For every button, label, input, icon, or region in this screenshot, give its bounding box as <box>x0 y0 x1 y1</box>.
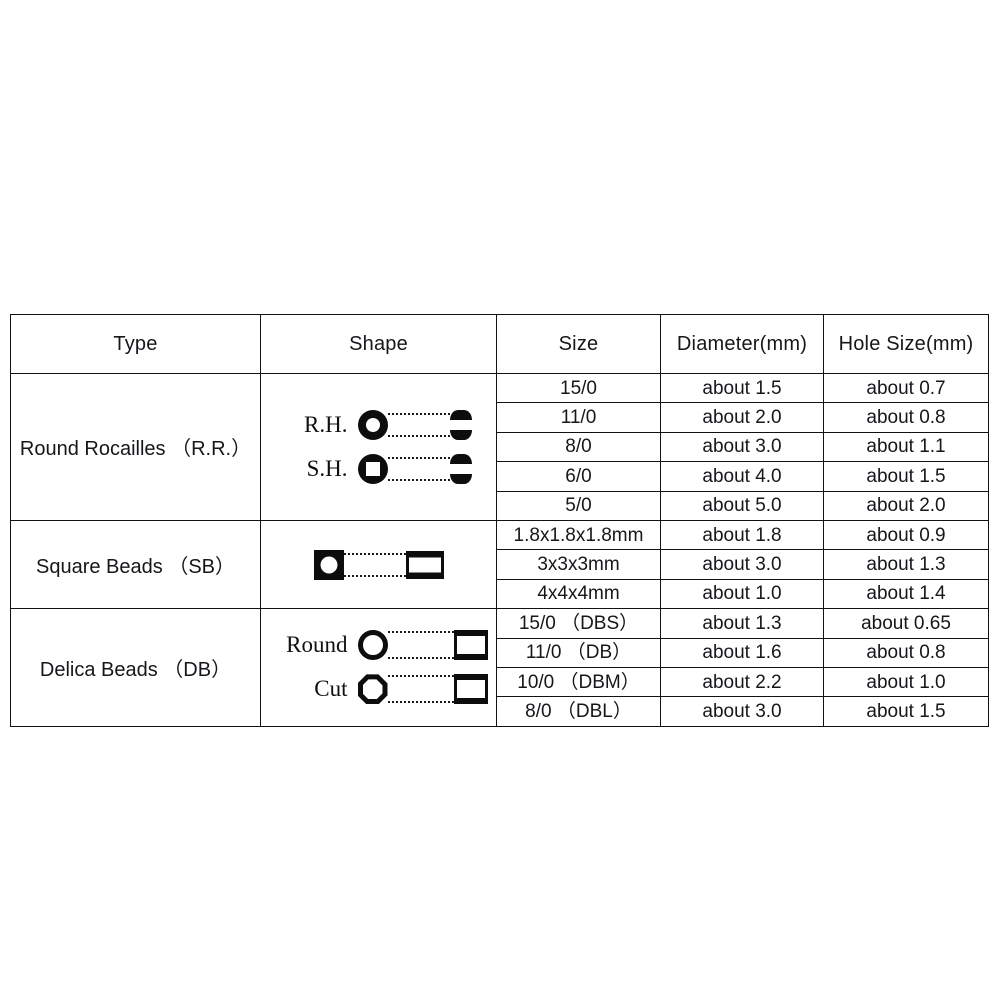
round-hole-side-view-icon <box>449 409 472 440</box>
table-row: Square Beads （SB） 1.8x1.8x1.8mm about 1.… <box>10 519 989 610</box>
diameter-value: about 2.0 <box>660 402 824 433</box>
delica-cut-hole-icon <box>362 679 383 700</box>
size-value: 15/0 <box>496 372 661 404</box>
square-bead-front-view-icon <box>313 549 344 580</box>
shape-cell-square-beads <box>260 519 497 610</box>
diameter-value: about 1.6 <box>660 637 824 668</box>
hole-size-value: about 0.8 <box>823 637 989 668</box>
shape-variant-delica-cut: Cut <box>270 674 488 705</box>
diameter-value: about 3.0 <box>660 431 824 463</box>
diameter-value: about 1.5 <box>660 372 824 404</box>
diameter-value: about 3.0 <box>660 696 824 727</box>
hole-size-value: about 0.7 <box>823 372 989 404</box>
column-header-diameter: Diameter(mm) <box>660 314 824 374</box>
delica-cut-side-view-icon <box>453 674 488 705</box>
shape-label-sh: S.H. <box>306 455 348 481</box>
table-header-row: Type Shape Size Diameter(mm) Hole Size(m… <box>10 314 989 374</box>
square-hole-front-view-icon <box>357 453 388 484</box>
table-row: Delica Beads （DB） Round Cut 15/0 （DBS） a… <box>10 608 989 727</box>
diameter-value: about 4.0 <box>660 461 824 492</box>
diameter-value: about 2.2 <box>660 666 824 698</box>
shape-variant-rh: R.H. <box>286 409 472 440</box>
size-value: 8/0 （DBL） <box>496 696 661 727</box>
delica-round-side-view-icon <box>453 630 488 661</box>
hole-size-value: about 1.3 <box>823 549 989 580</box>
bead-connector-dotted-line <box>387 456 450 482</box>
column-header-size: Size <box>496 314 661 374</box>
column-header-hole-size: Hole Size(mm) <box>823 314 989 374</box>
type-cell-round-rocailles: Round Rocailles （R.R.） <box>10 373 261 521</box>
size-value: 15/0 （DBS） <box>496 608 661 639</box>
square-bead-side-view-icon <box>405 550 444 579</box>
delica-round-front-view-icon <box>357 630 388 661</box>
size-value: 8/0 <box>496 431 661 463</box>
square-hole-bead-icon <box>357 453 472 484</box>
size-value: 11/0 （DB） <box>496 637 661 668</box>
type-cell-square-beads: Square Beads （SB） <box>10 519 261 610</box>
bead-connector-dotted-line <box>387 674 454 704</box>
hole-size-value: about 0.65 <box>823 608 989 639</box>
shape-label-cut: Cut <box>314 676 348 702</box>
hole-size-value: about 1.4 <box>823 578 989 610</box>
size-value: 1.8x1.8x1.8mm <box>496 519 661 551</box>
shape-variant-square <box>313 549 444 580</box>
bead-connector-dotted-line <box>343 552 406 578</box>
square-hole-side-view-icon <box>449 453 472 484</box>
hole-size-value: about 1.5 <box>823 696 989 727</box>
diameter-value: about 3.0 <box>660 549 824 580</box>
shape-variant-delica-round: Round <box>270 630 488 661</box>
hole-size-value: about 2.0 <box>823 490 989 521</box>
delica-cut-bead-icon <box>357 674 488 705</box>
diameter-value: about 1.0 <box>660 578 824 610</box>
hole-size-value: about 0.9 <box>823 519 989 551</box>
bead-connector-dotted-line <box>387 412 450 438</box>
shape-variant-sh: S.H. <box>286 453 472 484</box>
bead-connector-dotted-line <box>387 630 454 660</box>
table-row: Round Rocailles （R.R.） R.H. S.H. 15/0 ab… <box>10 372 989 521</box>
round-hole-front-view-icon <box>357 409 388 440</box>
square-bead-icon <box>313 549 444 580</box>
delica-round-bead-icon <box>357 630 488 661</box>
size-value: 11/0 <box>496 402 661 433</box>
size-value: 3x3x3mm <box>496 549 661 580</box>
diameter-value: about 1.3 <box>660 608 824 639</box>
round-hole-bead-icon <box>357 409 472 440</box>
diameter-value: about 5.0 <box>660 490 824 521</box>
shape-cell-round-rocailles: R.H. S.H. <box>260 373 497 521</box>
diameter-value: about 1.8 <box>660 519 824 551</box>
size-value: 4x4x4mm <box>496 578 661 610</box>
hole-size-value: about 0.8 <box>823 402 989 433</box>
shape-cell-delica-beads: Round Cut <box>260 608 497 727</box>
shape-label-rh: R.H. <box>304 411 348 437</box>
hole-size-value: about 1.0 <box>823 666 989 698</box>
size-value: 5/0 <box>496 490 661 521</box>
column-header-shape: Shape <box>260 314 497 374</box>
hole-size-value: about 1.5 <box>823 461 989 492</box>
hole-size-value: about 1.1 <box>823 431 989 463</box>
type-cell-delica-beads: Delica Beads （DB） <box>10 608 261 727</box>
size-value: 10/0 （DBM） <box>496 666 661 698</box>
delica-cut-front-view-icon <box>357 674 388 705</box>
column-header-type: Type <box>10 314 261 374</box>
bead-specification-table: Type Shape Size Diameter(mm) Hole Size(m… <box>10 314 989 727</box>
size-value: 6/0 <box>496 461 661 492</box>
shape-label-round: Round <box>286 632 348 658</box>
